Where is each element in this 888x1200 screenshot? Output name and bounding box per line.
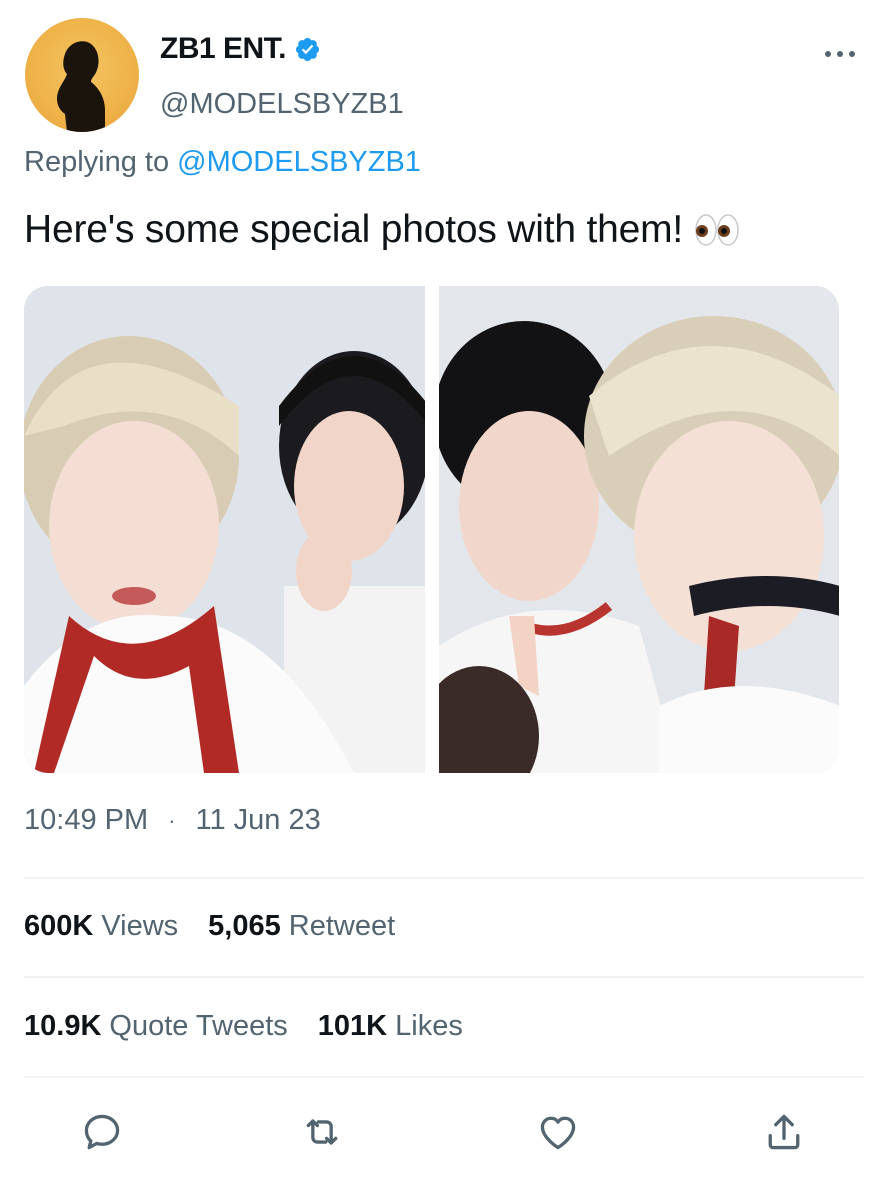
quote-tweets-count: 10.9K	[24, 1010, 102, 1042]
meta-separator: ·	[168, 807, 176, 833]
author-name-row[interactable]: ZB1 ENT.	[160, 32, 321, 66]
silhouette-avatar-icon	[56, 41, 105, 132]
replying-to: Replying to @MODELSBYZB1	[24, 146, 421, 179]
views-count: 600K	[24, 910, 94, 942]
tweet-date: 11 Jun 23	[195, 804, 321, 836]
divider	[24, 1076, 864, 1078]
like-icon[interactable]	[536, 1110, 580, 1154]
tweet-media	[24, 286, 839, 773]
likes-stat[interactable]: 101K Likes	[318, 1010, 463, 1043]
views-label: Views	[101, 910, 179, 942]
divider	[24, 877, 864, 879]
divider	[24, 976, 864, 978]
verified-badge-icon	[296, 37, 320, 61]
quote-tweets-label: Quote Tweets	[109, 1010, 288, 1042]
retweet-icon[interactable]	[300, 1110, 344, 1154]
tweet-timestamp[interactable]: 10:49 PM · 11 Jun 23	[24, 804, 321, 837]
replying-to-label: Replying to	[24, 146, 170, 178]
tweet-photo-2[interactable]	[438, 286, 839, 773]
retweets-stat[interactable]: 5,065 Retweet	[208, 910, 395, 943]
author-handle[interactable]: @MODELSBYZB1	[160, 88, 404, 121]
share-icon[interactable]	[762, 1110, 806, 1154]
avatar[interactable]	[25, 18, 139, 132]
tweet-action-bar	[0, 1100, 888, 1160]
tweet-time: 10:49 PM	[24, 804, 149, 836]
replying-to-handle-link[interactable]: @MODELSBYZB1	[177, 146, 421, 178]
more-options-icon[interactable]	[822, 42, 858, 66]
reply-icon[interactable]	[80, 1110, 124, 1154]
likes-label: Likes	[395, 1010, 463, 1042]
eyes-emoji-icon	[695, 213, 741, 247]
views-stat: 600K Views	[24, 910, 178, 943]
stats-row-quotes-likes: 10.9K Quote Tweets 101K Likes	[24, 1010, 493, 1043]
display-name[interactable]: ZB1 ENT.	[160, 32, 287, 66]
quote-tweets-stat[interactable]: 10.9K Quote Tweets	[24, 1010, 288, 1043]
tweet-text: Here's some special photos with them!	[24, 208, 741, 252]
retweets-label: Retweet	[288, 910, 396, 942]
stats-row-views-retweets: 600K Views 5,065 Retweet	[24, 910, 425, 943]
retweets-count: 5,065	[208, 910, 281, 942]
tweet-body: Here's some special photos with them!	[24, 208, 684, 251]
likes-count: 101K	[317, 1010, 388, 1042]
tweet-photo-1[interactable]	[24, 286, 425, 773]
